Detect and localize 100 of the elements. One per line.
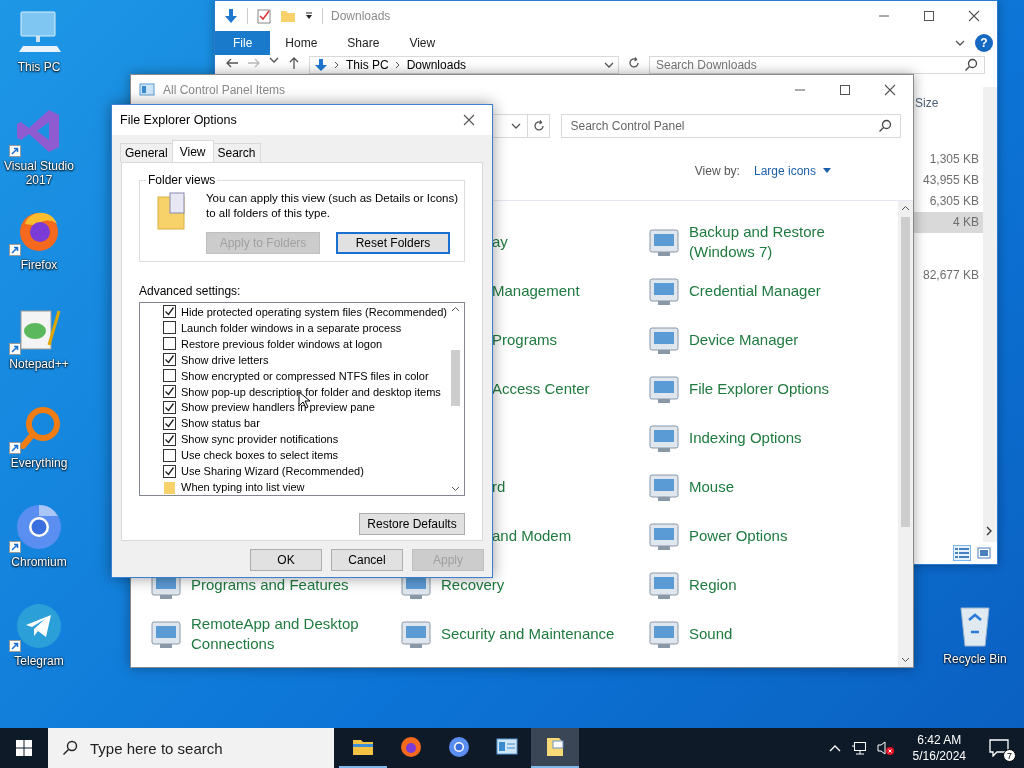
applet-link[interactable]: Power Options (689, 525, 889, 546)
applet-link[interactable]: and Modem (492, 525, 572, 546)
search-field[interactable]: Search Downloads (649, 56, 985, 74)
close-icon[interactable] (463, 114, 475, 126)
checkbox[interactable] (163, 369, 176, 383)
scrollbar-thumb[interactable] (451, 350, 460, 406)
notification-button[interactable]: 7 (984, 733, 1014, 763)
refresh-icon[interactable] (627, 56, 641, 70)
download-arrow-icon[interactable] (223, 8, 239, 24)
applet-link[interactable]: rd (492, 476, 506, 497)
applet-link[interactable]: Programs (492, 329, 558, 350)
maximize-icon[interactable] (923, 10, 935, 22)
refresh-icon[interactable] (531, 118, 546, 133)
close-icon[interactable] (884, 84, 896, 96)
file-size-cell[interactable]: 43,955 KB (913, 170, 983, 191)
breadcrumb-item[interactable]: Downloads (406, 58, 467, 72)
icon-label[interactable]: Firefox (1, 258, 77, 272)
setting-label[interactable]: Show drive letters (181, 353, 269, 366)
ribbon-tab[interactable]: Home (270, 31, 333, 55)
dialog-tab[interactable]: Search (212, 143, 261, 162)
applet-link[interactable]: Programs and Features (191, 574, 391, 595)
icon-label[interactable]: Visual Studio 2017 (1, 159, 77, 187)
applet-link[interactable]: Credential Manager (689, 280, 889, 301)
view-by-dropdown[interactable]: Large icons (753, 163, 831, 178)
scroll-down-icon[interactable] (451, 486, 460, 492)
checkbox[interactable] (163, 448, 176, 462)
scroll-up-icon[interactable] (901, 205, 910, 211)
volume-muted-icon[interactable] (876, 740, 895, 756)
setting-label[interactable]: Restore previous folder windows at logon (181, 337, 383, 350)
setting-label[interactable]: Show pop-up description for folder and desktop items (181, 385, 441, 398)
setting-label[interactable]: Use check boxes to select items (181, 449, 339, 462)
dialog-tab[interactable]: General (120, 143, 173, 162)
icon-label[interactable]: This PC (1, 60, 77, 74)
scroll-right-icon[interactable] (985, 526, 993, 536)
refresh-button[interactable] (528, 113, 551, 138)
column-header[interactable]: Size (913, 87, 939, 119)
scroll-down-icon[interactable] (901, 657, 910, 663)
scroll-up-icon[interactable] (451, 306, 460, 312)
help-button[interactable]: ? (975, 34, 993, 52)
dialog-button[interactable]: Cancel (331, 549, 403, 571)
applet-link[interactable]: File Explorer Options (689, 378, 889, 399)
taskbar-search-field[interactable]: Type here to search (48, 728, 334, 768)
setting-label[interactable]: Use Sharing Wizard (Recommended) (181, 465, 364, 478)
close-icon[interactable] (968, 10, 980, 22)
checkbox[interactable] (163, 305, 176, 319)
search-field[interactable]: Search Control Panel (561, 113, 901, 138)
file-size-cell[interactable]: 1,305 KB (913, 149, 983, 170)
applet-link[interactable]: Management (492, 280, 580, 301)
checkbox[interactable] (163, 416, 176, 430)
network-icon[interactable] (850, 741, 867, 755)
applet-link[interactable]: Security and Maintenance (441, 623, 641, 644)
taskbar-button[interactable] (531, 728, 579, 768)
folder-action-button[interactable]: Reset Folders (336, 232, 450, 254)
icon-label[interactable]: Notepad++ (1, 357, 77, 371)
checkbox[interactable] (163, 401, 176, 414)
clock[interactable]: 6:42 AM 5/16/2024 (904, 732, 974, 764)
applet-link[interactable]: Indexing Options (689, 427, 889, 448)
up-arrow-icon[interactable] (287, 56, 301, 70)
restore-defaults-button[interactable]: Restore Defaults (359, 513, 465, 535)
icon-label[interactable]: Chromium (1, 555, 77, 569)
address-bar[interactable]: This PC Downloads (309, 56, 619, 74)
applet-link[interactable]: Backup and Restore (Windows 7) (689, 221, 874, 262)
checkbox[interactable] (163, 432, 176, 446)
applet-link[interactable]: Region (689, 574, 889, 595)
setting-label[interactable]: Launch folder windows in a separate process (181, 321, 402, 334)
applet-link[interactable]: ay (492, 231, 508, 252)
applet-link[interactable]: Recovery (441, 574, 641, 595)
setting-label[interactable]: Hide protected operating system files (Recommended) (181, 305, 447, 318)
icon-label[interactable]: Telegram (1, 654, 77, 668)
checkbox[interactable] (163, 321, 176, 335)
applet-link[interactable]: Device Manager (689, 329, 889, 350)
ribbon-tab[interactable]: Share (332, 31, 395, 55)
recent-locations-icon[interactable] (269, 56, 279, 64)
back-arrow-icon[interactable] (225, 56, 239, 70)
setting-label[interactable]: Show preview handlers in preview pane (181, 401, 375, 414)
ribbon-tab[interactable]: View (394, 31, 451, 55)
large-icons-view-button[interactable] (975, 545, 993, 561)
chevron-up-icon[interactable] (828, 744, 841, 752)
dropdown-icon[interactable] (304, 11, 314, 21)
expand-ribbon-icon[interactable] (955, 39, 965, 47)
applet-link[interactable]: Sound (689, 623, 889, 644)
setting-label[interactable]: Show status bar (181, 417, 260, 430)
ribbon-tab[interactable]: File (215, 31, 271, 55)
applet-link[interactable]: Mouse (689, 476, 889, 497)
details-view-button[interactable] (953, 545, 971, 561)
breadcrumb-item[interactable]: This PC (346, 58, 389, 72)
checkbox[interactable] (163, 337, 176, 351)
file-size-cell[interactable]: 6,305 KB (913, 191, 983, 212)
applet-link[interactable]: RemoteApp and Desktop Connections (191, 613, 376, 654)
chevron-down-icon[interactable] (511, 121, 522, 130)
checkbox[interactable] (163, 385, 176, 399)
setting-label[interactable]: Show sync provider notifications (181, 433, 339, 446)
checkbox[interactable] (163, 353, 176, 367)
dialog-tab[interactable]: View (171, 140, 214, 162)
applet-link[interactable]: Access Center (492, 378, 590, 399)
file-size-cell[interactable]: 82,677 KB (913, 265, 983, 286)
icon-label[interactable]: Recycle Bin (937, 652, 1013, 666)
dialog-button[interactable]: OK (250, 549, 322, 571)
file-size-cell[interactable]: 4 KB (913, 212, 983, 233)
scrollbar-thumb[interactable] (901, 217, 910, 527)
